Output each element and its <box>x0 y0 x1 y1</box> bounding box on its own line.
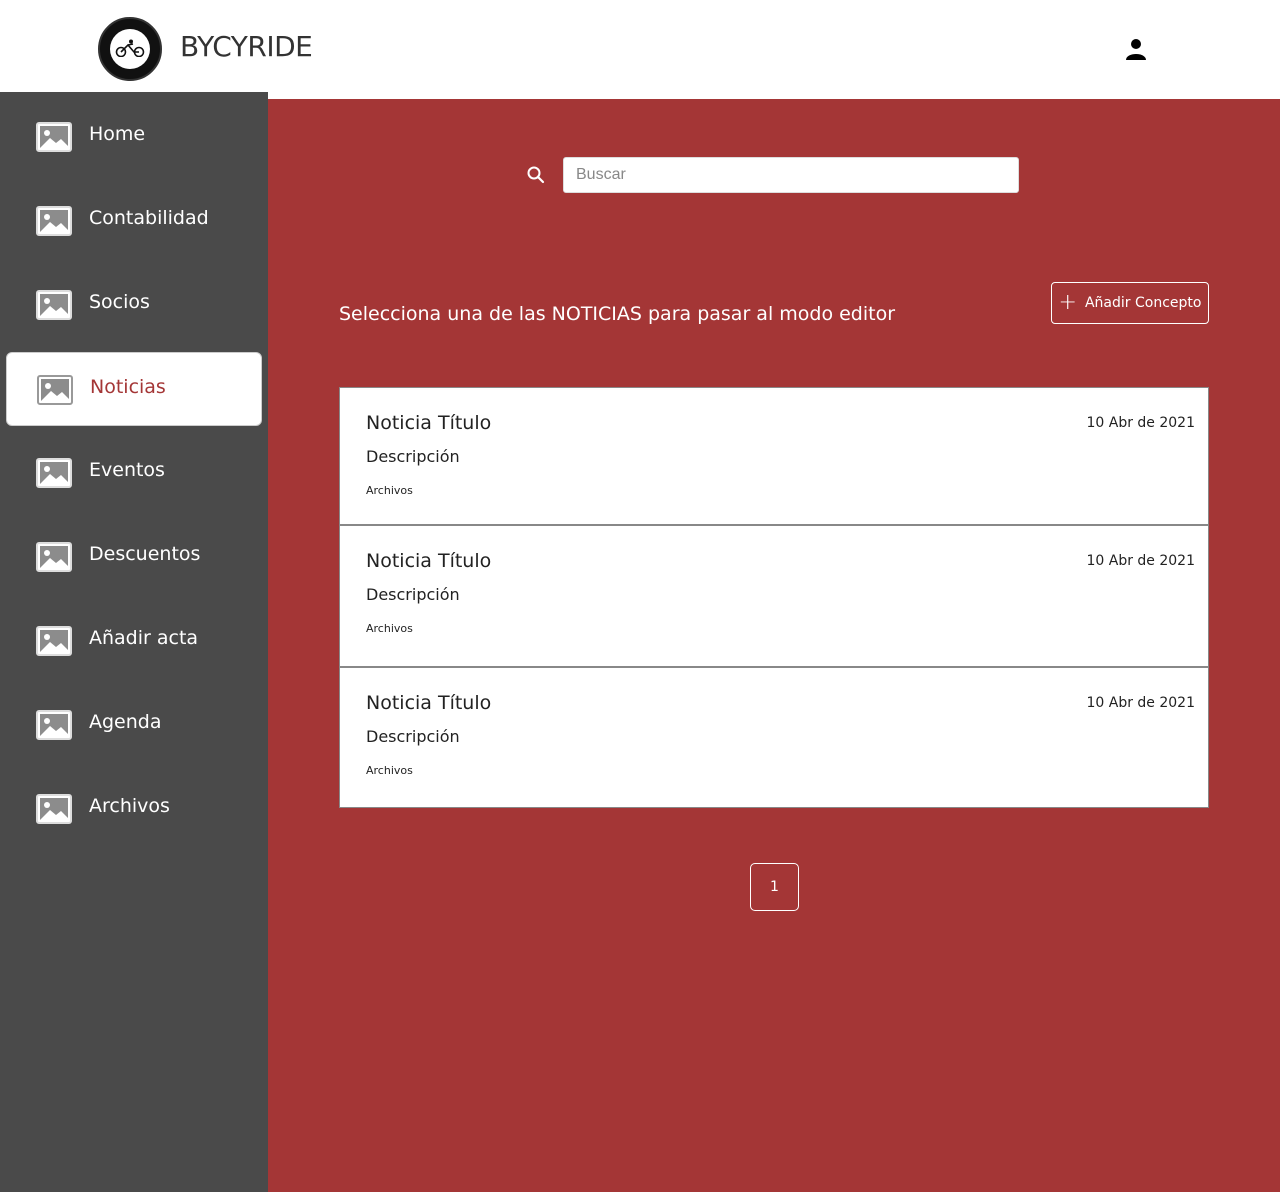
sidebar-item-label: Agenda <box>89 711 162 733</box>
sidebar-item-label: Socios <box>89 291 150 313</box>
news-description: Descripción <box>366 727 460 746</box>
plus-icon: + <box>1058 290 1077 315</box>
search-input[interactable] <box>563 157 1019 193</box>
news-title: Noticia Título <box>366 412 492 434</box>
sidebar-item-label: Archivos <box>89 795 170 817</box>
news-date: 10 Abr de 2021 <box>1086 553 1195 569</box>
sidebar-item-eventos[interactable]: Eventos <box>6 436 262 510</box>
image-icon <box>36 206 72 236</box>
image-icon <box>36 290 72 320</box>
image-icon <box>36 458 72 488</box>
news-card[interactable]: Noticia Título 10 Abr de 2021 Descripció… <box>339 387 1209 525</box>
sidebar-item-label: Contabilidad <box>89 207 209 229</box>
sidebar-item-label: Home <box>89 123 146 145</box>
image-icon <box>36 626 72 656</box>
sidebar-item-socios[interactable]: Socios <box>6 268 262 342</box>
club-logo-icon[interactable] <box>98 17 162 81</box>
add-concept-label: Añadir Concepto <box>1084 295 1202 311</box>
top-header: BYCYRIDE <box>0 0 1280 99</box>
news-card[interactable]: Noticia Título 10 Abr de 2021 Descripció… <box>339 525 1209 667</box>
sidebar-item-home[interactable]: Home <box>6 100 262 174</box>
news-files: Archivos <box>366 622 413 635</box>
sidebar-item-label: Eventos <box>89 459 165 481</box>
news-description: Descripción <box>366 585 460 604</box>
news-title: Noticia Título <box>366 550 492 572</box>
sidebar-item-noticias[interactable]: Noticias <box>6 352 262 426</box>
news-list: Noticia Título 10 Abr de 2021 Descripció… <box>339 387 1209 808</box>
brand-name: BYCYRIDE <box>180 30 313 63</box>
image-icon <box>36 122 72 152</box>
image-icon <box>36 542 72 572</box>
image-icon <box>36 710 72 740</box>
news-date: 10 Abr de 2021 <box>1086 415 1195 431</box>
sidebar-item-anadir-acta[interactable]: Añadir acta <box>6 604 262 678</box>
add-concept-button[interactable]: + Añadir Concepto <box>1051 282 1209 324</box>
news-card[interactable]: Noticia Título 10 Abr de 2021 Descripció… <box>339 667 1209 808</box>
instruction-text: Selecciona una de las NOTICIAS para pasa… <box>339 303 896 325</box>
news-title: Noticia Título <box>366 692 492 714</box>
image-icon <box>37 375 73 405</box>
sidebar-item-descuentos[interactable]: Descuentos <box>6 520 262 594</box>
sidebar-item-label: Añadir acta <box>89 627 199 649</box>
sidebar-item-contabilidad[interactable]: Contabilidad <box>6 184 262 258</box>
user-icon[interactable] <box>1125 38 1147 60</box>
cyclist-icon <box>115 39 145 57</box>
news-date: 10 Abr de 2021 <box>1086 695 1195 711</box>
main-content: Selecciona una de las NOTICIAS para pasa… <box>268 99 1280 1192</box>
sidebar: Home Contabilidad Socios Noticias Evento… <box>0 92 268 1192</box>
sidebar-item-archivos[interactable]: Archivos <box>6 772 262 846</box>
news-files: Archivos <box>366 484 413 497</box>
pagination-page-button[interactable]: 1 <box>750 863 799 911</box>
news-files: Archivos <box>366 764 413 777</box>
sidebar-item-label: Descuentos <box>89 543 201 565</box>
sidebar-item-agenda[interactable]: Agenda <box>6 688 262 762</box>
search-icon[interactable] <box>526 165 546 185</box>
news-description: Descripción <box>366 447 460 466</box>
sidebar-item-label: Noticias <box>90 376 166 398</box>
image-icon <box>36 794 72 824</box>
